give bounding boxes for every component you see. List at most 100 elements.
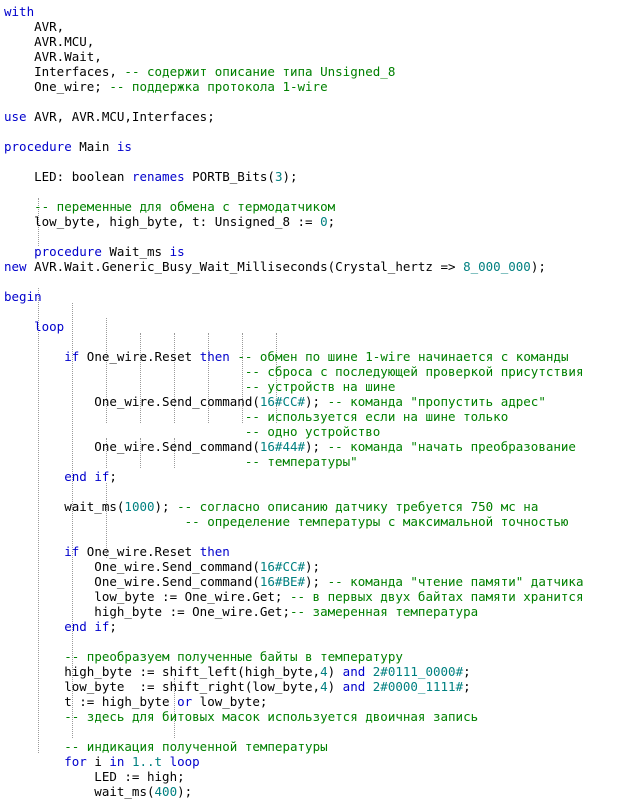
code-token-id: ); <box>305 439 328 454</box>
code-token-id: ; <box>109 619 117 634</box>
code-token-num: 16#CC# <box>259 559 306 574</box>
code-line[interactable] <box>0 184 633 199</box>
code-token-id: AVR.Wait.Generic_Busy_Wait_Milliseconds(… <box>26 259 464 274</box>
code-token-id: high_byte := One_wire.Get; <box>4 604 290 619</box>
code-token-id: LED := high; <box>4 769 185 784</box>
code-token-kw: procedure <box>4 139 72 154</box>
code-token-id: high_byte := shift_left(high_byte, <box>4 664 321 679</box>
code-token-id <box>124 754 132 769</box>
code-line[interactable]: t := high_byte or low_byte; <box>0 694 633 709</box>
code-line[interactable]: procedure Wait_ms is <box>0 244 633 259</box>
code-line[interactable]: if One_wire.Reset then <box>0 544 633 559</box>
code-line[interactable]: AVR, <box>0 19 633 34</box>
code-line[interactable]: if One_wire.Reset then -- обмен по шине … <box>0 349 633 364</box>
code-token-num: 1000 <box>124 499 155 514</box>
code-token-id: ) <box>327 664 343 679</box>
code-line[interactable]: low_byte, high_byte, t: Unsigned_8 := 0; <box>0 214 633 229</box>
code-token-com: -- температуры" <box>244 454 358 469</box>
code-line[interactable] <box>0 154 633 169</box>
code-line[interactable]: low_byte := One_wire.Get; -- в первых дв… <box>0 589 633 604</box>
code-line[interactable] <box>0 484 633 499</box>
code-line[interactable] <box>0 304 633 319</box>
code-token-kw: and <box>342 679 366 694</box>
code-line[interactable]: Interfaces, -- содержит описание типа Un… <box>0 64 633 79</box>
code-token-num: 0 <box>320 214 328 229</box>
code-line[interactable]: begin <box>0 289 633 304</box>
code-token-id <box>4 424 245 439</box>
code-token-com: -- устройств на шине <box>244 379 396 394</box>
code-token-kw: procedure <box>34 244 102 259</box>
code-token-com: -- обмен по шине 1-wire начинается с ком… <box>237 349 569 364</box>
code-line[interactable] <box>0 229 633 244</box>
code-token-kw: for <box>64 754 87 769</box>
code-line[interactable]: wait_ms(1000); -- согласно описанию датч… <box>0 499 633 514</box>
code-line[interactable]: end if; <box>0 619 633 634</box>
code-line[interactable] <box>0 634 633 649</box>
code-token-id <box>4 514 185 529</box>
code-line[interactable]: One_wire.Send_command(16#CC#); <box>0 559 633 574</box>
code-line[interactable]: One_wire.Send_command(16#CC#); -- команд… <box>0 394 633 409</box>
code-line[interactable]: -- температуры" <box>0 454 633 469</box>
code-line[interactable]: high_byte := shift_left(high_byte,4) and… <box>0 664 633 679</box>
code-line[interactable] <box>0 724 633 739</box>
code-token-kw: begin <box>4 289 42 304</box>
code-line[interactable] <box>0 274 633 289</box>
code-line[interactable] <box>0 334 633 349</box>
code-line[interactable]: wait_ms(400); <box>0 784 633 799</box>
code-line[interactable]: -- используется если на шине только <box>0 409 633 424</box>
code-token-kw: end if <box>64 469 110 484</box>
code-line[interactable]: -- здесь для битовых масок используется … <box>0 709 633 724</box>
code-line[interactable]: AVR.MCU, <box>0 34 633 49</box>
code-line[interactable]: for i in 1..t loop <box>0 754 633 769</box>
code-line[interactable] <box>0 529 633 544</box>
code-token-id: AVR, AVR.MCU,Interfaces; <box>26 109 215 124</box>
code-line[interactable]: One_wire.Send_command(16#44#); -- команд… <box>0 439 633 454</box>
code-line[interactable]: AVR.Wait, <box>0 49 633 64</box>
code-token-id <box>4 469 64 484</box>
code-line[interactable]: procedure Main is <box>0 139 633 154</box>
code-token-num: 16#44# <box>259 439 306 454</box>
code-token-id: AVR, <box>4 19 65 34</box>
code-token-id <box>4 454 245 469</box>
code-line[interactable]: -- сброса с последующей проверкой присут… <box>0 364 633 379</box>
code-token-id: One_wire.Send_command( <box>4 439 260 454</box>
code-token-num: 400 <box>154 784 178 799</box>
code-line[interactable]: LED := high; <box>0 769 633 784</box>
code-token-kw: in <box>109 754 125 769</box>
code-line[interactable]: -- определение температуры с максимально… <box>0 514 633 529</box>
code-line[interactable]: One_wire.Send_command(16#BE#); -- команд… <box>0 574 633 589</box>
code-line[interactable]: -- устройств на шине <box>0 379 633 394</box>
code-token-id: One_wire.Reset <box>79 544 200 559</box>
code-line[interactable]: -- переменные для обмена с термодатчиком <box>0 199 633 214</box>
code-token-com: -- согласно описанию датчику требуется 7… <box>177 499 539 514</box>
code-token-com: -- в первых двух байтах памяти хранится <box>289 589 584 604</box>
code-token-id <box>4 739 64 754</box>
code-line[interactable] <box>0 94 633 109</box>
code-line[interactable]: loop <box>0 319 633 334</box>
code-line[interactable]: high_byte := One_wire.Get;-- замеренная … <box>0 604 633 619</box>
code-token-id: ); <box>305 559 321 574</box>
code-token-id: Interfaces, <box>4 64 125 79</box>
code-line[interactable]: low_byte := shift_right(low_byte,4) and … <box>0 679 633 694</box>
code-line[interactable]: new AVR.Wait.Generic_Busy_Wait_Milliseco… <box>0 259 633 274</box>
code-line[interactable]: -- одно устройство <box>0 424 633 439</box>
code-token-id <box>4 649 64 664</box>
code-token-num: 8_000_000 <box>463 259 531 274</box>
code-line[interactable]: with <box>0 4 633 19</box>
code-line[interactable] <box>0 124 633 139</box>
code-line[interactable]: One_wire; -- поддержка протокола 1-wire <box>0 79 633 94</box>
code-line[interactable]: LED: boolean renames PORTB_Bits(3); <box>0 169 633 184</box>
code-line[interactable]: -- преобразуем полученные байты в темпер… <box>0 649 633 664</box>
code-token-com: -- замеренная температура <box>289 604 479 619</box>
code-token-id: ); <box>305 574 328 589</box>
code-line[interactable]: use AVR, AVR.MCU,Interfaces; <box>0 109 633 124</box>
code-line[interactable]: end if; <box>0 469 633 484</box>
code-token-id <box>4 619 64 634</box>
code-token-com: -- содержит описание типа Unsigned_8 <box>124 64 396 79</box>
code-token-id: t := high_byte <box>4 694 178 709</box>
code-token-id <box>4 544 64 559</box>
code-token-com: -- команда "чтение памяти" датчика <box>327 574 584 589</box>
code-editor-view[interactable]: with AVR, AVR.MCU, AVR.Wait, Interfaces,… <box>0 0 633 801</box>
code-token-id: wait_ms( <box>4 499 125 514</box>
code-line[interactable]: -- индикация полученной температуры <box>0 739 633 754</box>
